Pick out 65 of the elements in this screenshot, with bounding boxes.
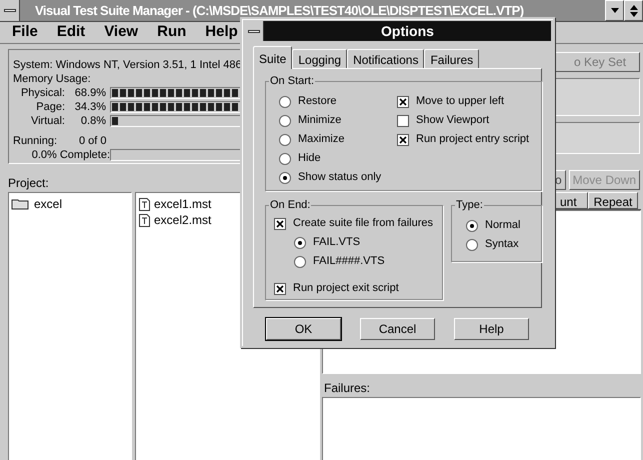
radio-label: Hide xyxy=(298,151,321,166)
file-name[interactable]: excel2.mst xyxy=(154,211,212,229)
radio-label: Syntax xyxy=(485,237,519,252)
meter-reading: 68.9% xyxy=(74,86,106,100)
checkbox-label: Run project entry script xyxy=(416,132,530,148)
radio-label: FAIL####.VTS xyxy=(313,254,385,269)
menu-item[interactable]: Help xyxy=(205,21,238,44)
radio-button[interactable] xyxy=(466,238,478,250)
meter-label: Physical: xyxy=(20,86,65,100)
text-file-icon xyxy=(139,198,150,210)
tab[interactable]: Suite xyxy=(253,46,292,69)
text-file-icon xyxy=(139,214,150,226)
running-value: 0 of 0 xyxy=(79,134,107,148)
menu-item[interactable]: View xyxy=(104,21,138,44)
checkbox[interactable] xyxy=(397,96,409,108)
radio-label: Normal xyxy=(485,218,520,234)
folder-icon xyxy=(11,198,29,210)
column-header[interactable]: Repeat xyxy=(588,192,638,209)
checkbox[interactable] xyxy=(274,218,286,230)
menu-item[interactable]: Run xyxy=(157,21,186,44)
checkbox[interactable] xyxy=(397,114,409,126)
running-label: Running: xyxy=(13,134,58,148)
radio-label: FAIL.VTS xyxy=(313,235,360,250)
memory-label: Memory Usage: xyxy=(13,73,91,86)
window-title: Visual Test Suite Manager - (C:\MSDE\SAMPLES\TEST40\OLE\DISPTEST\EXCEL.VTP) xyxy=(35,2,524,20)
radio-label: Show status only xyxy=(298,170,382,186)
radio-label: Restore xyxy=(298,94,337,110)
dialog-button[interactable]: OK xyxy=(266,318,341,340)
tab[interactable]: Failures xyxy=(424,49,480,68)
radio-label: Maximize xyxy=(298,132,344,148)
dialog-button[interactable]: Help xyxy=(454,318,529,340)
file-name[interactable]: excel1.mst xyxy=(154,195,212,213)
complete-label: 0.0% Complete: xyxy=(30,148,110,162)
tab[interactable]: Logging xyxy=(292,49,348,68)
radio-button[interactable] xyxy=(279,96,291,108)
meter-reading: 34.3% xyxy=(74,100,106,114)
restore-icon[interactable] xyxy=(624,0,643,21)
checkbox[interactable] xyxy=(397,134,409,146)
checkbox-label: Run project exit script xyxy=(293,281,399,296)
radio-label: Minimize xyxy=(298,113,342,128)
dialog-title: Options xyxy=(381,22,434,41)
group-label: Type: xyxy=(455,198,484,212)
meter-label: Virtual: xyxy=(30,114,65,128)
menu-item[interactable]: File xyxy=(12,21,38,44)
checkbox[interactable] xyxy=(274,282,286,294)
radio-button[interactable] xyxy=(279,134,291,146)
column-header[interactable]: unt xyxy=(555,192,588,209)
failures-label: Failures: xyxy=(323,380,372,397)
radio-button[interactable] xyxy=(279,114,291,126)
menu-item[interactable]: Edit xyxy=(56,21,86,44)
radio-button[interactable] xyxy=(279,152,291,164)
checkbox-label: Create suite file from failures xyxy=(293,216,433,232)
tab[interactable]: Notifications xyxy=(347,49,424,68)
checkbox-label: Show Viewport xyxy=(416,113,490,128)
minimize-icon[interactable] xyxy=(605,0,624,21)
radio-button[interactable] xyxy=(279,172,291,184)
checkbox-label: Move to upper left xyxy=(416,94,504,110)
radio-button[interactable] xyxy=(294,256,306,268)
meter-reading: 0.8% xyxy=(80,114,106,128)
dialog-button[interactable]: Cancel xyxy=(360,318,435,340)
radio-button[interactable] xyxy=(294,236,306,248)
meter-label: Page: xyxy=(35,100,65,114)
radio-button[interactable] xyxy=(466,220,478,232)
project-label: Project: xyxy=(8,175,49,192)
tree-item[interactable]: excel xyxy=(34,194,62,212)
